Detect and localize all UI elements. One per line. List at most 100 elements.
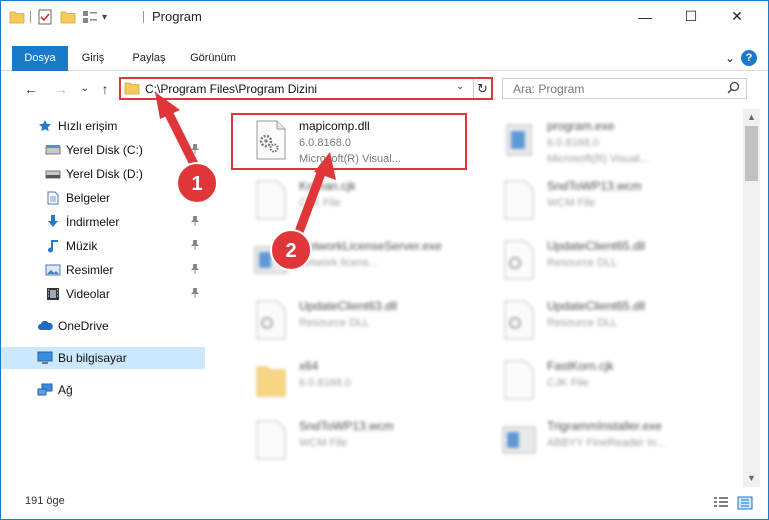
address-dropdown-icon[interactable]: ⌄ — [456, 81, 464, 92]
sidebar-item-onedrive[interactable]: OneDrive — [1, 315, 205, 337]
file-name: Korean.cjk — [299, 179, 356, 193]
file-description: ABBYY FineReader In... — [547, 437, 666, 449]
sidebar-item-label: Ağ — [58, 383, 73, 397]
customize-toolbar-icon[interactable]: ▾ — [102, 8, 107, 26]
dll-icon — [253, 299, 289, 341]
sidebar-item-downloads[interactable]: İndirmeler — [1, 211, 205, 233]
dll-icon — [501, 239, 537, 281]
pin-icon[interactable] — [191, 215, 199, 229]
large-icons-view-icon[interactable] — [737, 496, 753, 510]
minimize-button[interactable]: — — [622, 1, 668, 32]
address-path[interactable]: C:\Program Files\Program Dizini — [145, 82, 317, 96]
file-item[interactable]: FastKorn.cjk CJK File — [479, 353, 719, 411]
file-type: CJK File — [547, 377, 589, 389]
pin-icon[interactable] — [191, 263, 199, 277]
highlight-box — [231, 113, 467, 170]
tab-home[interactable]: Giriş — [73, 46, 113, 71]
sidebar-item-documents[interactable]: Belgeler — [1, 187, 205, 209]
pin-icon[interactable] — [191, 191, 199, 205]
file-item[interactable]: SndToWP13.wcm WCM File — [231, 413, 471, 471]
sidebar-item-label: Belgeler — [66, 191, 111, 205]
address-bar[interactable]: C:\Program Files\Program Dizini ⌄ ↻ — [119, 77, 493, 100]
download-icon — [45, 214, 61, 230]
recent-locations-button[interactable]: ⌄ — [75, 81, 95, 97]
help-icon[interactable]: ? — [741, 50, 757, 66]
star-icon — [37, 118, 53, 134]
tab-file[interactable]: Dosya — [12, 46, 68, 71]
scroll-up-icon[interactable]: ▲ — [743, 109, 760, 126]
file-name: SndToWP13.wcm — [299, 419, 394, 433]
pin-icon[interactable] — [191, 143, 199, 157]
search-input[interactable]: Ara: Program — [513, 82, 584, 96]
exe-icon — [501, 119, 537, 161]
file-version: 6.0.8168.0 — [299, 377, 351, 389]
vertical-scrollbar[interactable]: ▲ ▼ — [743, 109, 760, 487]
file-description: network licens... — [299, 257, 378, 269]
file-item[interactable]: NetworkLicenseServer.exe network licens.… — [231, 233, 471, 291]
navigation-pane: Hızlı erişim Yerel Disk (C:) Yerel Disk … — [1, 109, 205, 487]
file-name: NetworkLicenseServer.exe — [299, 239, 442, 253]
tab-view[interactable]: Görünüm — [183, 46, 243, 71]
computer-icon — [37, 350, 53, 366]
pictures-icon — [45, 262, 61, 278]
maximize-button[interactable]: ☐ — [668, 1, 714, 32]
file-name: UpdateClient63.dll — [299, 299, 398, 313]
file-item[interactable]: x64 6.0.8168.0 — [231, 353, 471, 411]
exe-icon — [501, 419, 537, 461]
file-name: UpdateClient65.dll — [547, 299, 646, 313]
file-item[interactable]: Korean.cjk CJK File — [231, 173, 471, 231]
properties-icon[interactable] — [38, 8, 52, 26]
pin-icon[interactable] — [191, 287, 199, 301]
sidebar-item-disk-c[interactable]: Yerel Disk (C:) — [1, 139, 205, 161]
sidebar-item-quick-access[interactable]: Hızlı erişim — [1, 115, 205, 137]
close-button[interactable]: ✕ — [714, 1, 760, 32]
sidebar-item-pictures[interactable]: Resimler — [1, 259, 205, 281]
drive-icon — [45, 142, 61, 158]
forward-button[interactable]: → — [51, 81, 71, 97]
file-name: program.exe — [547, 119, 615, 133]
file-description: Resource DLL — [299, 317, 370, 329]
new-folder-icon[interactable] — [60, 8, 76, 26]
search-icon[interactable] — [727, 81, 740, 97]
refresh-button[interactable]: ↻ — [473, 79, 491, 98]
folder-icon[interactable] — [9, 8, 25, 26]
tab-share[interactable]: Paylaş — [125, 46, 173, 71]
file-version: 6.0.8168.0 — [547, 137, 599, 149]
file-name: FastKorn.cjk — [547, 359, 614, 373]
sidebar-item-disk-d[interactable]: Yerel Disk (D:) — [1, 163, 205, 185]
search-box[interactable]: Ara: Program — [502, 78, 747, 99]
music-icon — [45, 238, 61, 254]
file-item[interactable]: UpdateClient63.dll Resource DLL — [231, 293, 471, 351]
file-description: Resource DLL — [547, 317, 618, 329]
file-type: WCM File — [299, 437, 348, 449]
status-bar: 191 öge — [1, 489, 768, 519]
pin-icon[interactable] — [191, 239, 199, 253]
drive-icon — [45, 166, 61, 182]
file-item[interactable]: SndToWP13.wcm WCM File — [479, 173, 719, 231]
view-options-icon[interactable] — [82, 8, 98, 26]
dll-icon — [501, 299, 537, 341]
sidebar-item-this-pc[interactable]: Bu bilgisayar — [1, 347, 205, 369]
sidebar-item-label: Hızlı erişim — [58, 119, 118, 133]
scroll-thumb[interactable] — [745, 126, 758, 181]
sidebar-item-music[interactable]: Müzik — [1, 235, 205, 257]
sidebar-item-network[interactable]: Ağ — [1, 379, 205, 401]
ribbon-collapse-icon[interactable]: ⌄ — [722, 46, 738, 71]
file-icon — [501, 179, 537, 221]
exe-icon — [253, 239, 289, 281]
item-count: 191 öge — [25, 495, 65, 507]
details-view-icon[interactable] — [713, 496, 729, 510]
scroll-down-icon[interactable]: ▼ — [743, 470, 760, 487]
sidebar-item-videos[interactable]: Videolar — [1, 283, 205, 305]
sidebar-item-label: Yerel Disk (C:) — [66, 143, 143, 157]
sidebar-item-label: Bu bilgisayar — [58, 351, 127, 365]
sidebar-item-label: Resimler — [66, 263, 114, 277]
up-button[interactable]: ↑ — [95, 81, 115, 97]
folder-icon — [124, 81, 140, 98]
file-item[interactable]: program.exe 6.0.8168.0 Microsoft(R) Visu… — [479, 113, 719, 171]
file-item[interactable]: TrigrammInstaller.exe ABBYY FineReader I… — [479, 413, 719, 471]
title-separator — [143, 11, 144, 23]
file-item[interactable]: UpdateClient65.dll Resource DLL — [479, 233, 719, 291]
file-item[interactable]: UpdateClient65.dll Resource DLL — [479, 293, 719, 351]
back-button[interactable]: ← — [21, 81, 41, 97]
